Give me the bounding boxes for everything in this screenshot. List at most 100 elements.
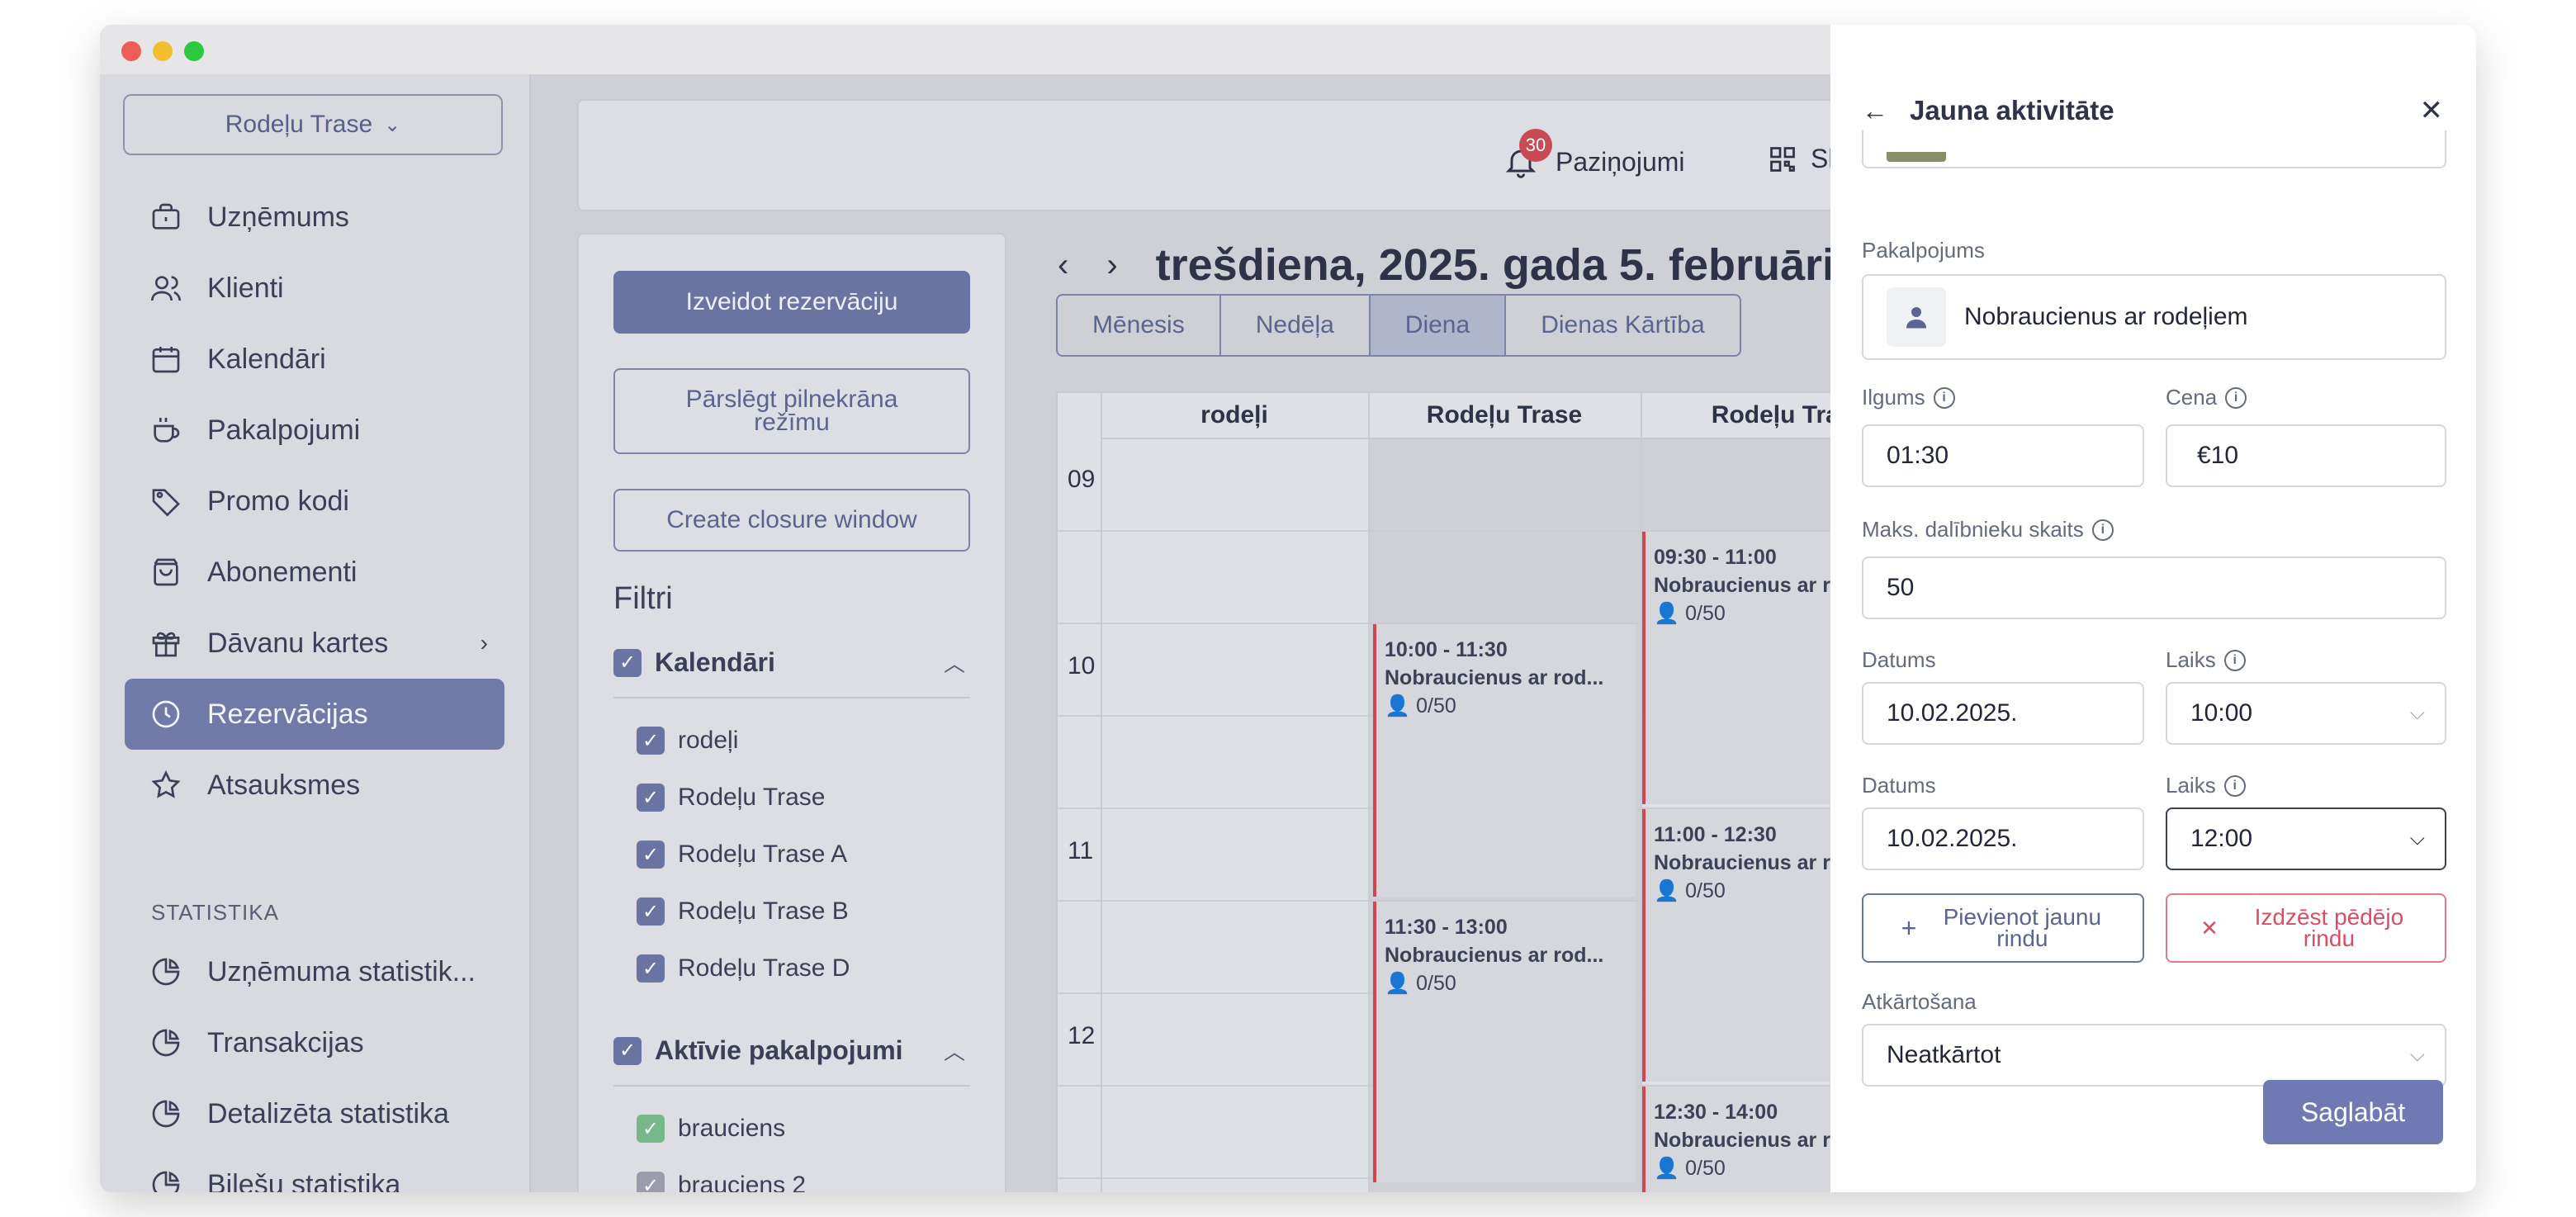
- checkbox-checked-icon[interactable]: ✓: [637, 897, 665, 926]
- sidebar-item-ticket-stats[interactable]: Biļešu statistika: [125, 1149, 504, 1192]
- checkbox-checked-icon[interactable]: ✓: [637, 954, 665, 983]
- close-icon: ✕: [2200, 916, 2218, 940]
- sidebar-item-reviews[interactable]: Atsauksmes: [125, 750, 504, 821]
- calendar-filter-item[interactable]: ✓ Rodeļu Trase D: [637, 954, 850, 983]
- chevron-left-icon[interactable]: ‹: [1058, 247, 1068, 284]
- hour-label: 10: [1068, 652, 1096, 680]
- info-icon[interactable]: i: [2091, 519, 2114, 541]
- create-reservation-button[interactable]: Izveidot rezervāciju: [613, 271, 970, 334]
- chevron-right-icon[interactable]: ›: [1106, 247, 1117, 284]
- statistics-section-label: STATISTIKA: [151, 900, 279, 925]
- sidebar-item-company[interactable]: Uzņēmums: [125, 182, 504, 253]
- hour-label: 12: [1068, 1022, 1096, 1049]
- duration-label: Ilgums i: [1862, 385, 1955, 410]
- notifications-label: Paziņojumi: [1556, 146, 1685, 177]
- delete-last-row-button[interactable]: ✕ Izdzēst pēdējo rindu: [2166, 893, 2446, 963]
- price-input[interactable]: €10: [2166, 424, 2446, 487]
- minimize-window-button[interactable]: [153, 41, 173, 61]
- sidebar-item-transactions[interactable]: Transakcijas: [125, 1007, 504, 1078]
- grid-line: [1368, 393, 1370, 1192]
- service-label: Pakalpojums: [1862, 238, 1985, 263]
- service-filter-label: brauciens: [678, 1115, 786, 1142]
- calendars-filter-group[interactable]: ✓ Kalendāri ︿: [613, 647, 965, 678]
- calendar-filter-item[interactable]: ✓ Rodeļu Trase A: [637, 841, 847, 869]
- time-label: Laiks i: [2166, 647, 2246, 673]
- checkbox-checked-icon[interactable]: ✓: [637, 784, 665, 812]
- sidebar-item-services[interactable]: Pakalpojumi: [125, 395, 504, 466]
- service-filter-item[interactable]: ✓ brauciens: [637, 1115, 785, 1143]
- business-select[interactable]: Rodeļu Trase ⌄: [123, 94, 503, 155]
- notifications-count-badge: 30: [1519, 129, 1552, 162]
- calendar-filter-label: Rodeļu Trase: [678, 784, 826, 811]
- sidebar-item-gift-cards[interactable]: Dāvanu kartes ›: [125, 608, 504, 679]
- date-input[interactable]: 10.02.2025.: [1862, 807, 2144, 870]
- clock-icon: [152, 700, 180, 728]
- chevron-up-icon[interactable]: ︿: [944, 1035, 965, 1066]
- calendar-event[interactable]: 10:00 - 11:30 Nobraucienus ar rod... 👤 0…: [1373, 624, 1636, 897]
- calendar-filter-item[interactable]: ✓ Rodeļu Trase: [637, 784, 825, 812]
- sidebar-item-promo-codes[interactable]: Promo kodi: [125, 466, 504, 537]
- sidebar-item-company-stats[interactable]: Uzņēmuma statistik...: [125, 936, 504, 1007]
- info-icon[interactable]: i: [2225, 386, 2247, 409]
- duration-input[interactable]: 01:30: [1862, 424, 2144, 487]
- view-agenda-button[interactable]: Dienas Kārtība: [1506, 296, 1739, 355]
- service-select[interactable]: Nobraucienus ar rodeļiem: [1862, 274, 2446, 360]
- active-services-filter-group[interactable]: ✓ Aktīvie pakalpojumi ︿: [613, 1035, 965, 1066]
- image-field[interactable]: [1862, 130, 2446, 168]
- sidebar-item-reservations[interactable]: Rezervācijas: [125, 679, 504, 750]
- close-window-button[interactable]: [121, 41, 141, 61]
- time-select[interactable]: 10:00 ⌵: [2166, 682, 2446, 745]
- toggle-fullscreen-button[interactable]: Pārslēgt pilnekrāna režīmu: [613, 368, 970, 454]
- sidebar-item-clients[interactable]: Klienti: [125, 253, 504, 324]
- zoom-window-button[interactable]: [184, 41, 204, 61]
- notifications-button[interactable]: 30 Paziņojumi: [1503, 129, 1685, 180]
- create-closure-window-button[interactable]: Create closure window: [613, 489, 970, 552]
- calendar-event[interactable]: 11:30 - 13:00 Nobraucienus ar rod... 👤 0…: [1373, 902, 1636, 1182]
- sidebar-item-subscriptions[interactable]: Abonementi: [125, 537, 504, 608]
- sidebar-item-label: Rezervācijas: [207, 698, 368, 730]
- shopping-bag-icon: [154, 558, 178, 586]
- calendar-column-header: rodeļi: [1101, 393, 1368, 439]
- chevron-up-icon[interactable]: ︿: [944, 647, 965, 678]
- time-value: 12:00: [2190, 825, 2253, 852]
- checkbox-checked-icon[interactable]: ✓: [637, 1115, 665, 1143]
- active-services-group-label: Aktīvie pakalpojumi: [655, 1035, 903, 1065]
- calendar-filter-item[interactable]: ✓ Rodeļu Trase B: [637, 897, 849, 926]
- repeat-select[interactable]: Neatkārtot ⌵: [1862, 1024, 2446, 1087]
- time-select[interactable]: 12:00 ⌵: [2166, 807, 2446, 870]
- event-capacity: 0/50: [1685, 879, 1726, 902]
- app-window: Rodeļu Trase ⌄ Uzņēmums Klienti Kalendār…: [100, 25, 2476, 1192]
- checkbox-checked-icon[interactable]: ✓: [637, 1172, 665, 1192]
- event-capacity: 0/50: [1416, 694, 1456, 717]
- info-icon[interactable]: i: [1933, 386, 1955, 409]
- calendar-filter-label: Rodeļu Trase B: [678, 897, 849, 925]
- checkbox-checked-icon[interactable]: ✓: [637, 841, 665, 869]
- chevron-right-icon: ›: [480, 630, 488, 656]
- max-participants-input[interactable]: 50: [1862, 556, 2446, 619]
- calendar-filter-item[interactable]: ✓ rodeļi: [637, 727, 738, 755]
- info-icon[interactable]: i: [2223, 649, 2246, 671]
- view-week-button[interactable]: Nedēļa: [1221, 296, 1371, 355]
- checkbox-checked-icon[interactable]: ✓: [613, 648, 642, 677]
- view-month-button[interactable]: Mēnesis: [1058, 296, 1221, 355]
- arrow-left-icon[interactable]: ←: [1862, 96, 1888, 126]
- date-input[interactable]: 10.02.2025.: [1862, 682, 2144, 745]
- calendar-filter-label: Rodeļu Trase A: [678, 841, 848, 868]
- close-icon[interactable]: ✕: [2420, 94, 2444, 127]
- add-row-button[interactable]: + Pievienot jaunu rindu: [1862, 893, 2144, 963]
- price-label-text: Cena: [2166, 385, 2218, 410]
- view-day-button[interactable]: Diena: [1370, 296, 1507, 355]
- duration-label-text: Ilgums: [1862, 385, 1925, 410]
- sidebar-item-detailed-stats[interactable]: Detalizēta statistika: [125, 1078, 504, 1149]
- calendar-date-title: trešdiena, 2025. gada 5. februāri: [1155, 240, 1835, 290]
- person-icon: [1887, 287, 1946, 347]
- save-button[interactable]: Saglabāt: [2263, 1080, 2443, 1144]
- sidebar-item-calendars[interactable]: Kalendāri: [125, 324, 504, 395]
- sidebar-item-label: Kalendāri: [207, 343, 326, 375]
- max-participants-label: Maks. dalībnieku skaits i: [1862, 517, 2114, 542]
- info-icon[interactable]: i: [2223, 774, 2246, 797]
- pie-chart-icon: [152, 958, 180, 986]
- checkbox-checked-icon[interactable]: ✓: [613, 1036, 642, 1065]
- checkbox-checked-icon[interactable]: ✓: [637, 727, 665, 755]
- service-filter-item[interactable]: ✓ brauciens 2: [637, 1172, 806, 1192]
